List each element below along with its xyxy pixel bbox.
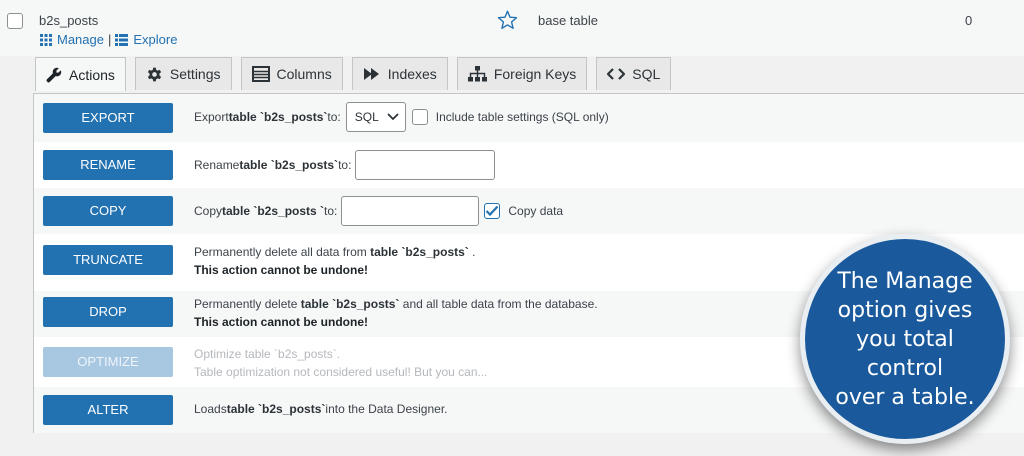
truncate-warning: This action cannot be undone!: [194, 263, 368, 277]
explore-link[interactable]: Explore: [115, 32, 177, 47]
tab-sql-label: SQL: [632, 66, 661, 82]
manage-link[interactable]: Manage: [40, 32, 104, 47]
explore-link-label: Explore: [133, 32, 178, 47]
callout-line-2: option gives: [837, 297, 973, 323]
optimize-note: Table optimization not considered useful…: [194, 365, 488, 379]
rename-prefix: Rename: [194, 158, 240, 172]
chevron-down-icon: [387, 113, 399, 121]
favorite-star-icon[interactable]: [497, 10, 518, 30]
alter-prefix: Loads: [194, 402, 227, 416]
tab-sql[interactable]: SQL: [596, 57, 672, 90]
tab-actions[interactable]: Actions: [35, 57, 126, 91]
tab-settings-label: Settings: [169, 66, 221, 82]
export-suffix: to:: [327, 110, 341, 124]
tab-indexes[interactable]: Indexes: [351, 57, 448, 90]
sitemap-icon: [467, 66, 487, 82]
callout-line-3: you total control: [856, 326, 954, 381]
include-settings-checkbox[interactable]: [411, 109, 428, 125]
alter-suffix: into the Data Designer.: [325, 402, 448, 416]
truncate-prefix: Permanently delete all data from: [194, 245, 371, 259]
alter-table: table `b2s_posts`: [226, 402, 326, 416]
truncate-table: table `b2s_posts`: [370, 245, 469, 259]
manage-tabs: Actions Settings Columns Indexes Foreign…: [35, 57, 680, 91]
rename-button[interactable]: RENAME: [43, 150, 173, 180]
tab-actions-label: Actions: [69, 66, 115, 83]
columns-icon: [251, 66, 270, 82]
truncate-suffix: .: [468, 245, 476, 259]
rename-table: table `b2s_posts`: [239, 158, 339, 172]
truncate-button[interactable]: TRUNCATE: [43, 245, 173, 275]
include-settings-label: Include table settings (SQL only): [435, 110, 609, 124]
table-type: base table: [538, 13, 598, 28]
fast-forward-icon: [363, 68, 379, 80]
code-icon: [607, 68, 626, 80]
optimize-prefix: Optimize: [194, 347, 245, 361]
copy-button[interactable]: COPY: [43, 196, 173, 226]
tab-columns-label: Columns: [276, 66, 332, 82]
export-table: table `b2s_posts`: [228, 110, 328, 124]
tab-indexes-label: Indexes: [387, 66, 437, 82]
gear-icon: [147, 67, 162, 81]
copy-row: COPY Copy table `b2s_posts ` to: Copy da…: [34, 188, 1024, 234]
tab-foreign-keys[interactable]: Foreign Keys: [456, 57, 588, 90]
drop-table: table `b2s_posts`: [300, 297, 400, 311]
grid-dots-icon: [40, 33, 52, 46]
copy-table: table `b2s_posts `: [222, 204, 325, 218]
export-prefix: Export: [194, 110, 229, 124]
alter-description: Loads table `b2s_posts` into the Data De…: [194, 402, 447, 416]
copy-data-label: Copy data: [508, 204, 564, 218]
export-format-select[interactable]: SQL: [345, 102, 406, 132]
table-name: b2s_posts: [39, 13, 99, 28]
alter-button[interactable]: ALTER: [43, 395, 173, 425]
rename-suffix: to:: [338, 158, 352, 172]
link-separator: |: [107, 32, 112, 47]
list-icon: [115, 33, 129, 46]
optimize-table: table `b2s_posts`: [244, 347, 337, 361]
screenshot-root: b2s_posts Manage | Explore base table 0 …: [0, 0, 1024, 456]
row-count: 0: [965, 13, 973, 28]
optimize-description: Optimize table `b2s_posts`. Table optimi…: [194, 347, 488, 379]
export-row: EXPORT Export table `b2s_posts` to: SQL …: [34, 94, 1024, 142]
copy-description: Copy table `b2s_posts ` to: Copy data: [194, 196, 563, 226]
copy-input[interactable]: [341, 196, 480, 226]
tab-columns[interactable]: Columns: [240, 57, 343, 90]
copy-suffix: to:: [324, 204, 338, 218]
optimize-button[interactable]: OPTIMIZE: [43, 347, 173, 377]
table-list-row: b2s_posts Manage | Explore base table 0: [0, 0, 1024, 56]
callout-line-1: The Manage: [837, 268, 973, 294]
row-select-checkbox[interactable]: [7, 13, 23, 29]
tab-settings[interactable]: Settings: [134, 57, 232, 90]
callout-text: The Manage option gives you total contro…: [820, 267, 990, 412]
checkmark-icon: [486, 205, 499, 217]
tab-foreign-keys-label: Foreign Keys: [493, 66, 577, 82]
rename-row: RENAME Rename table `b2s_posts` to:: [34, 142, 1024, 188]
copy-prefix: Copy: [194, 204, 223, 218]
truncate-description: Permanently delete all data from table `…: [194, 245, 475, 277]
callout-line-4: over a table.: [835, 384, 975, 410]
export-description: Export table `b2s_posts` to: SQL Include…: [194, 102, 609, 132]
callout-badge: The Manage option gives you total contro…: [800, 234, 1010, 444]
row-actions: Manage | Explore: [40, 32, 177, 47]
drop-button[interactable]: DROP: [43, 297, 173, 327]
drop-prefix: Permanently delete: [194, 297, 301, 311]
optimize-suffix: .: [336, 347, 341, 361]
manage-link-label: Manage: [57, 32, 104, 47]
drop-description: Permanently delete table `b2s_posts` and…: [194, 297, 598, 329]
export-button[interactable]: EXPORT: [43, 103, 173, 133]
copy-data-checkbox[interactable]: [484, 203, 501, 219]
wrench-icon: [46, 67, 62, 82]
rename-input[interactable]: [355, 150, 496, 180]
rename-description: Rename table `b2s_posts` to:: [194, 150, 496, 180]
drop-suffix: and all table data from the database.: [399, 297, 598, 311]
drop-warning: This action cannot be undone!: [194, 315, 368, 329]
export-format-value: SQL: [354, 110, 379, 124]
